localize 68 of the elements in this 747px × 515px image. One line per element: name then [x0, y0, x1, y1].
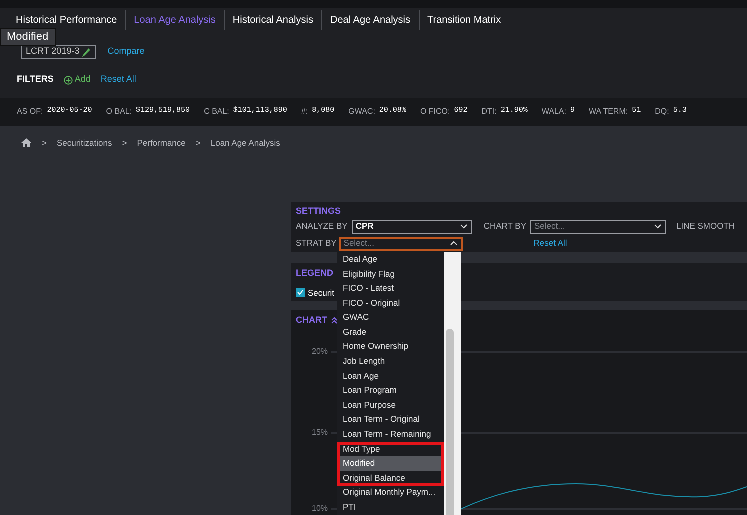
dropdown-option[interactable]: GWAC	[337, 310, 444, 325]
settings-title: SETTINGS	[296, 205, 342, 218]
tab[interactable]: Loan Age Analysis	[126, 12, 224, 28]
pencil-icon	[82, 48, 91, 56]
reset-all-link[interactable]: Reset All	[100, 73, 136, 87]
breadcrumb-link[interactable]: Loan Age Analysis	[210, 136, 280, 150]
stat-label: #:	[301, 106, 308, 118]
dropdown-option[interactable]: Eligibility Flag	[337, 266, 444, 282]
chart-title: CHART	[296, 314, 328, 328]
dropdown-option[interactable]: Loan Age	[337, 368, 444, 384]
stat-label: DQ:	[655, 106, 670, 118]
legend-title: LEGEND	[296, 267, 334, 280]
axis-tick-label: 10%	[312, 503, 328, 515]
stat-label: AS OF:	[17, 106, 44, 118]
home-icon[interactable]	[21, 138, 32, 148]
dropdown-option[interactable]: FICO - Latest	[337, 281, 444, 296]
dropdown-option[interactable]: FICO - Original	[337, 296, 444, 310]
dropdown-option[interactable]: Original Balance	[337, 470, 444, 486]
dropdown-option[interactable]: Job Length	[337, 354, 444, 369]
dropdown-option[interactable]: Original Monthly Paym...	[337, 486, 444, 500]
line-smooth-label: LINE SMOOTH	[676, 220, 736, 233]
breadcrumb-link[interactable]: Securitizations	[56, 136, 112, 150]
scrollbar-thumb[interactable]	[446, 329, 454, 515]
breadcrumb-link[interactable]: Performance	[137, 136, 186, 150]
stat-label: O FICO:	[420, 106, 450, 118]
strat-by-select[interactable]: Select...	[338, 236, 463, 250]
strat-by-label: STRAT BY	[296, 237, 337, 250]
chevron-down-icon	[460, 224, 468, 229]
chevron-down-icon	[654, 224, 662, 229]
stat-label: WA TERM:	[588, 106, 628, 118]
tab[interactable]: Deal Age Analysis	[322, 12, 419, 28]
dropdown-option[interactable]: Loan Term - Remaining	[337, 427, 444, 442]
compare-link[interactable]: Compare	[108, 45, 145, 59]
breadcrumb-separator: >	[196, 136, 201, 150]
stat-label: DTI:	[482, 106, 497, 118]
chart-by-label: CHART BY	[484, 220, 526, 233]
dropdown-option[interactable]: Grade	[337, 324, 444, 340]
dropdown-option[interactable]: Mod Type	[337, 442, 444, 456]
stat-label: WALA:	[542, 106, 566, 118]
add-filter-link[interactable]: Add	[64, 73, 91, 87]
chart-by-select[interactable]: Select...	[530, 220, 666, 234]
analyze-by-select[interactable]: CPR	[352, 220, 472, 234]
tooltip: Modified	[0, 28, 56, 46]
legend-label: Securit	[308, 286, 334, 300]
filters-label: FILTERS	[17, 73, 54, 86]
tab[interactable]: Transition Matrix	[420, 12, 510, 28]
axis-tick-label: 20%	[312, 346, 328, 358]
breadcrumb-separator: >	[122, 136, 128, 150]
dropdown-option[interactable]: PTI	[337, 500, 444, 515]
dropdown-option[interactable]: Loan Term - Original	[337, 412, 444, 428]
stat-label: C BAL:	[204, 106, 230, 118]
axis-tick-label: 15%	[312, 427, 328, 440]
checkbox[interactable]	[296, 288, 305, 298]
dropdown-option[interactable]: Loan Purpose	[337, 398, 444, 413]
reset-all-link[interactable]: Reset All	[534, 237, 568, 250]
dropdown-option[interactable]: Deal Age	[337, 252, 444, 267]
dropdown-option[interactable]: Loan Program	[337, 383, 444, 398]
plus-circle-icon	[64, 76, 73, 84]
stat-label: GWAC:	[348, 106, 376, 118]
tab[interactable]: Historical Performance	[8, 12, 126, 28]
analyze-by-label: ANALYZE BY	[296, 220, 348, 233]
dropdown-option[interactable]: Modified	[337, 456, 444, 471]
chevron-up-icon	[450, 241, 458, 246]
tab[interactable]: Historical Analysis	[224, 12, 322, 28]
stat-label: O BAL:	[106, 106, 132, 118]
breadcrumb-separator: >	[42, 136, 47, 150]
dropdown-option[interactable]: Home Ownership	[337, 340, 444, 354]
double-chevron-up-icon	[330, 317, 338, 324]
